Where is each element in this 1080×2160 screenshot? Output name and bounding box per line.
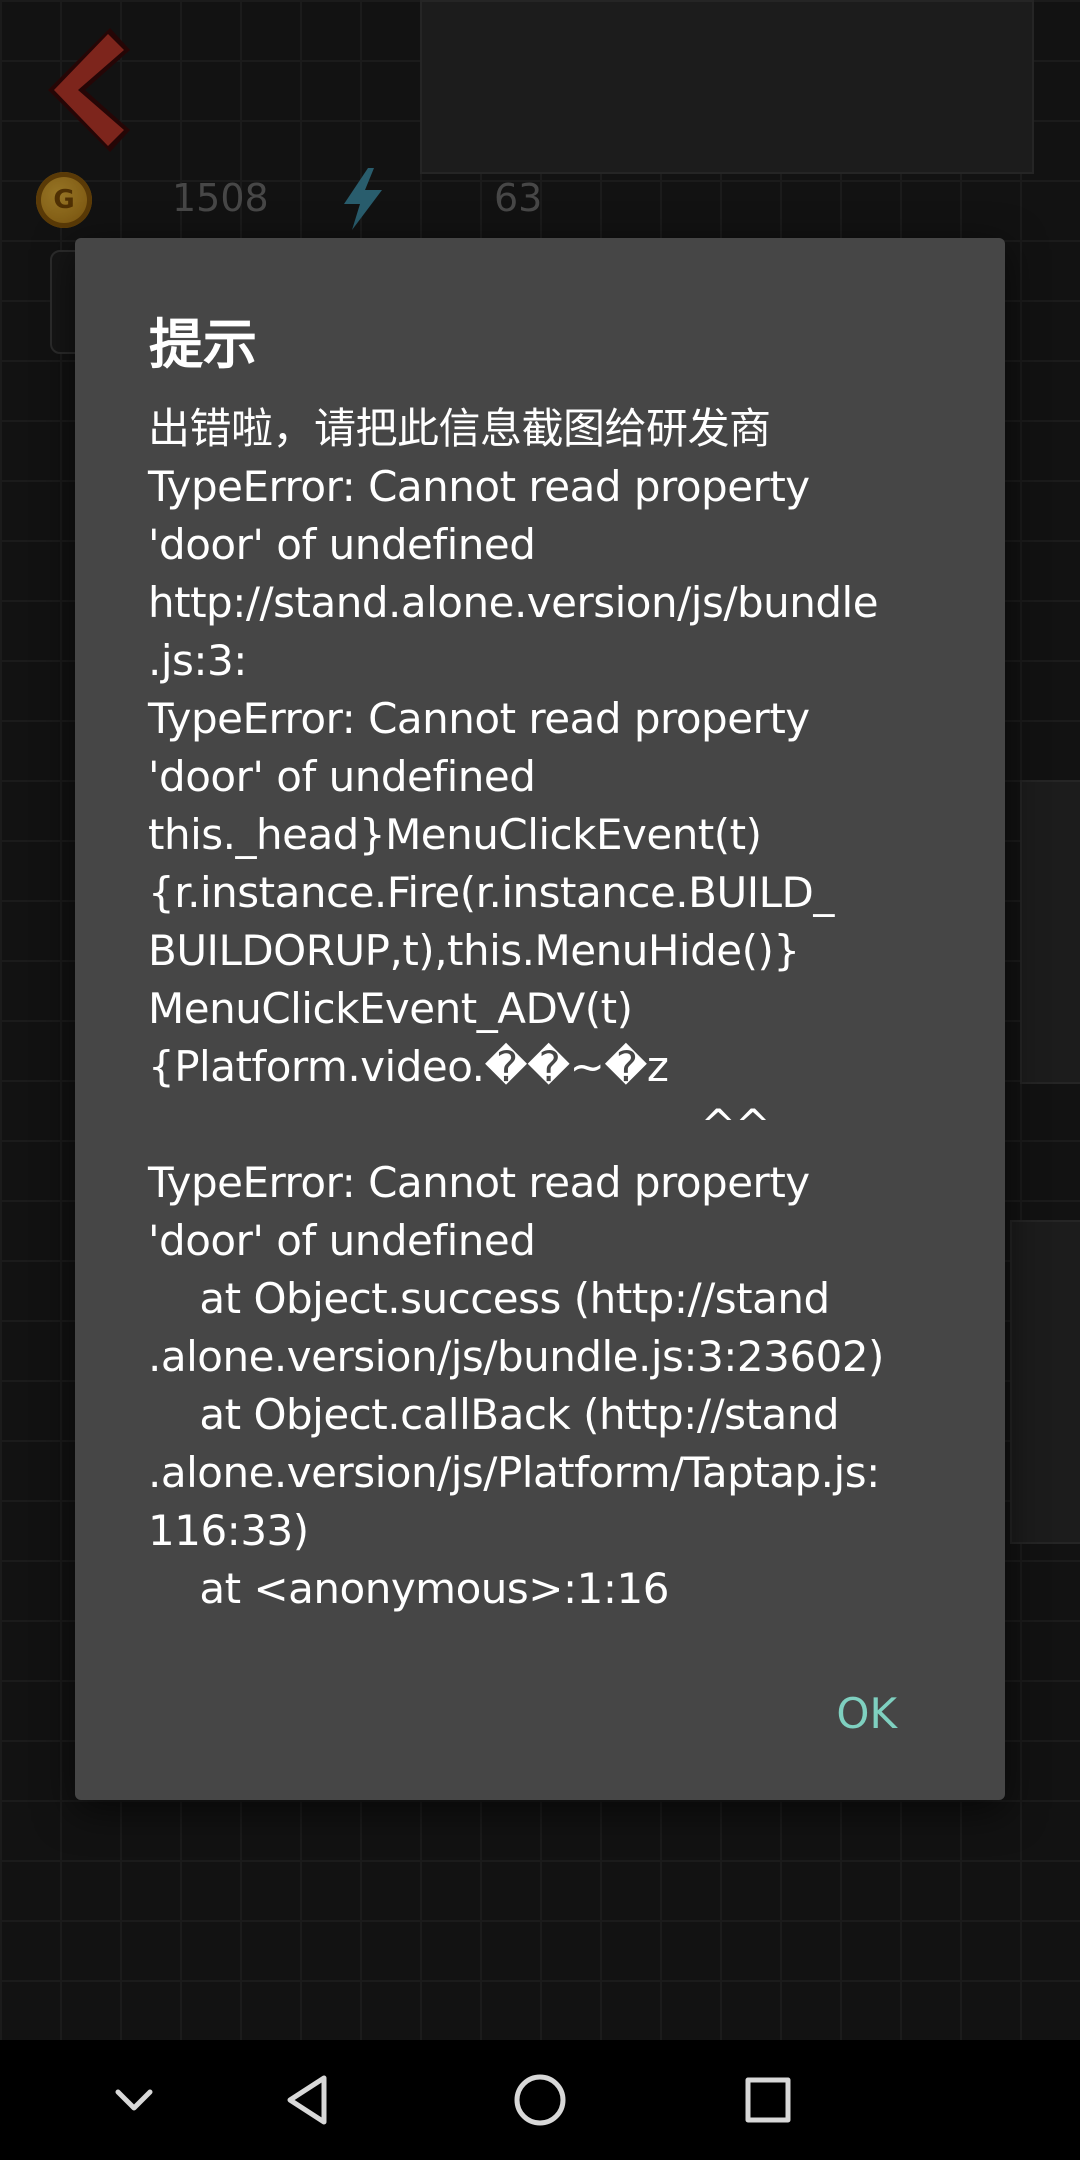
system-nav-bar — [0, 2040, 1080, 2160]
dialog-message: 出错啦，请把此信息截图给研发商 TypeError: Cannot read p… — [148, 404, 884, 1613]
chevron-down-icon[interactable] — [102, 2068, 166, 2132]
recents-square-icon[interactable] — [736, 2068, 800, 2132]
dialog-title: 提示 — [149, 313, 257, 376]
back-triangle-icon[interactable] — [278, 2068, 342, 2132]
home-circle-icon[interactable] — [508, 2068, 572, 2132]
error-dialog: 提示 出错啦，请把此信息截图给研发商 TypeError: Cannot rea… — [75, 238, 1005, 1800]
ok-button[interactable]: OK — [828, 1685, 905, 1742]
